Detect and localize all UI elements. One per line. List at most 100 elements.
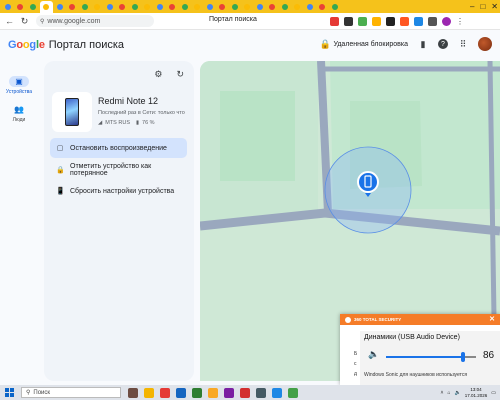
rail-item-people[interactable]: 👥 Люди: [2, 104, 36, 123]
browser-tab[interactable]: [154, 1, 165, 12]
yandex-browser-icon[interactable]: [240, 387, 250, 398]
browser-tab[interactable]: [15, 1, 26, 12]
browser-tab[interactable]: [317, 1, 328, 12]
notification-side-text-1: Б: [354, 351, 358, 357]
extension-black-icon[interactable]: [386, 16, 395, 26]
tab-favicon-icon: [131, 3, 138, 10]
refresh-icon[interactable]: ↻: [176, 69, 184, 80]
tab-active[interactable]: [39, 1, 53, 13]
stop-sound-button[interactable]: ▢ Остановить воспроизведение: [50, 138, 187, 158]
browser-tab[interactable]: [27, 1, 38, 12]
browser-tab[interactable]: [129, 1, 140, 12]
device-location-marker[interactable]: [357, 171, 379, 193]
profile-icon[interactable]: [442, 16, 451, 26]
device-image: [52, 92, 92, 132]
mark-lost-button[interactable]: 🔒 Отметить устройство как потерянное: [50, 160, 187, 180]
close-window-icon[interactable]: ✕: [491, 2, 498, 11]
browser-tab[interactable]: [329, 1, 340, 12]
chrome-icon[interactable]: [208, 387, 218, 398]
notification-side-text-2: с: [354, 361, 357, 367]
google-logo[interactable]: Google: [8, 39, 45, 51]
remote-lock-button[interactable]: 🔒 Удаленная блокировка: [320, 39, 408, 49]
tab-favicon-icon: [56, 3, 63, 10]
browser-tab[interactable]: [179, 1, 190, 12]
browser-tab[interactable]: [292, 1, 303, 12]
settings-gear-icon[interactable]: ⚙: [154, 69, 162, 80]
taskbar: ⚲ Поиск ˄ ⌂ 🔈 13:04 17.01.2026 ▭: [0, 385, 500, 400]
extension-red-icon[interactable]: [330, 16, 339, 26]
browser-tab[interactable]: [92, 1, 103, 12]
network-icon[interactable]: ⌂: [447, 390, 450, 396]
maximize-icon[interactable]: □: [480, 2, 485, 11]
extension-green-icon[interactable]: [358, 16, 367, 26]
tab-favicon-icon: [119, 3, 125, 10]
browser-tab[interactable]: [117, 1, 128, 12]
task-view-icon[interactable]: [128, 387, 138, 398]
reload-icon[interactable]: ↻: [19, 16, 30, 27]
browser-tab[interactable]: [242, 1, 253, 12]
app-blue-icon[interactable]: [272, 387, 282, 398]
clock[interactable]: 13:04 17.01.2026: [465, 387, 488, 398]
browser-tab[interactable]: [104, 1, 115, 12]
back-icon[interactable]: ←: [4, 16, 15, 26]
browser-tab[interactable]: [254, 1, 265, 12]
browser-tab[interactable]: [279, 1, 290, 12]
avatar[interactable]: [478, 37, 492, 51]
extension-orange-icon[interactable]: [400, 16, 409, 26]
telegram-icon[interactable]: [176, 387, 186, 398]
browser-tab[interactable]: [204, 1, 215, 12]
browser-tab[interactable]: [229, 1, 240, 12]
extension-blue-icon[interactable]: [414, 16, 423, 26]
tab-favicon-icon: [144, 3, 150, 10]
browser-tab[interactable]: [192, 1, 203, 12]
browser-tab[interactable]: [79, 1, 90, 12]
browser-tab[interactable]: [304, 1, 315, 12]
browser-tab[interactable]: [2, 1, 13, 12]
extension-puzzle-icon[interactable]: [428, 16, 437, 26]
audio-device-name: Динамики (USB Audio Device): [364, 334, 460, 341]
volume-tray-icon[interactable]: 🔈: [455, 390, 461, 396]
tab-favicon-icon: [4, 3, 11, 10]
start-button[interactable]: [3, 387, 15, 399]
apps-grid-icon[interactable]: ⠿: [458, 39, 468, 49]
close-icon[interactable]: ✕: [489, 315, 495, 323]
browser-tab[interactable]: [217, 1, 228, 12]
left-rail: ▣ Устройства 👥 Люди: [0, 60, 38, 380]
app-purple-icon[interactable]: [224, 387, 234, 398]
browser-tab[interactable]: [167, 1, 178, 12]
app-green-2-icon[interactable]: [288, 387, 298, 398]
app-gray-icon[interactable]: [256, 387, 266, 398]
url-field[interactable]: ⚲ www.google.com: [36, 15, 154, 27]
yandex-icon[interactable]: [160, 387, 170, 398]
extension-dark-icon[interactable]: [344, 16, 353, 26]
browser-menu-icon[interactable]: ⋮: [456, 17, 464, 26]
extension-gift-icon[interactable]: [372, 16, 381, 26]
reset-phone-icon: 📱: [56, 188, 65, 195]
app-green-icon[interactable]: [192, 387, 202, 398]
browser-tab[interactable]: [142, 1, 153, 12]
volume-slider[interactable]: [386, 352, 476, 362]
site-info-icon[interactable]: ⚲: [40, 18, 44, 25]
taskbar-search[interactable]: ⚲ Поиск: [21, 387, 121, 398]
battery-icon: ▮: [135, 120, 140, 126]
page-title: Портал поиска: [48, 39, 125, 51]
speaker-icon[interactable]: 🔈: [368, 349, 379, 360]
browser-tab[interactable]: [67, 1, 78, 12]
rail-item-devices[interactable]: ▣ Устройства: [2, 76, 36, 95]
device-panel: ⚙ ↻ Redmi Note 12 Последний раз в Сети: …: [44, 61, 194, 381]
notifications-icon[interactable]: ▭: [491, 390, 496, 396]
tray-chevron-icon[interactable]: ˄: [441, 390, 444, 396]
file-explorer-icon[interactable]: [144, 387, 154, 398]
signal-icon: ◢: [98, 120, 103, 126]
rail-people-label: Люди: [12, 117, 26, 123]
volume-thumb[interactable]: [461, 352, 466, 362]
tab-list: [2, 0, 342, 13]
help-icon[interactable]: ?: [438, 39, 448, 49]
reset-device-button[interactable]: 📱 Сбросить настройки устройства: [50, 181, 187, 201]
minimize-icon[interactable]: –: [470, 2, 474, 11]
feedback-icon[interactable]: ▮: [418, 39, 428, 49]
battery-text: 76 %: [142, 120, 155, 126]
browser-tab[interactable]: [54, 1, 65, 12]
tab-favicon-icon: [244, 3, 250, 10]
browser-tab[interactable]: [267, 1, 278, 12]
